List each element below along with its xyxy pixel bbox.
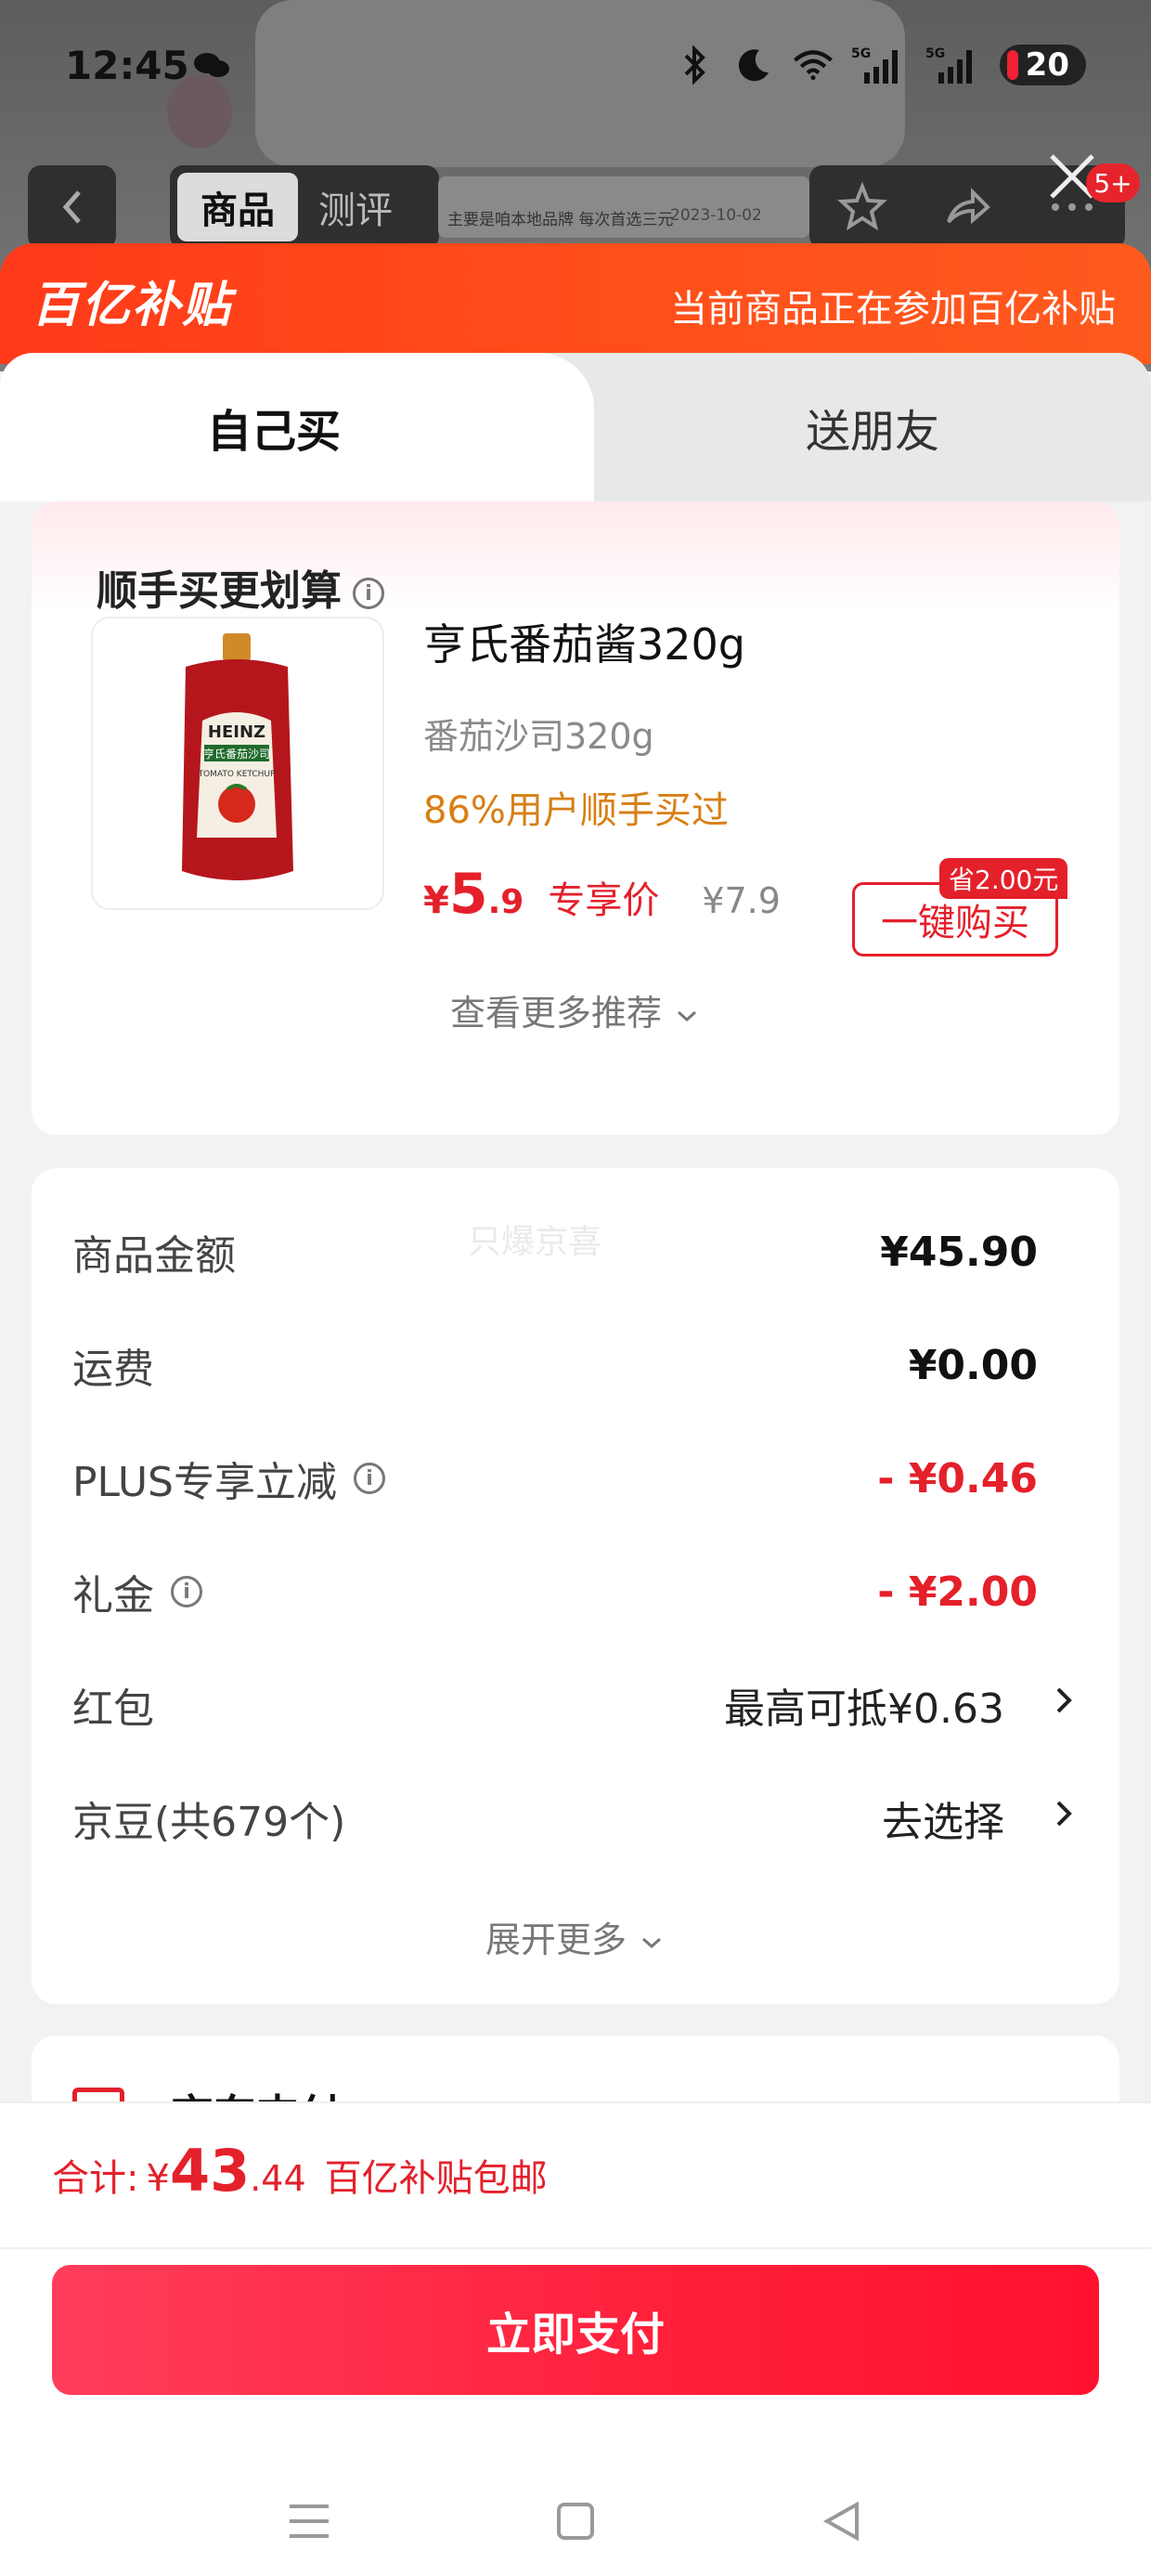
signal-5g-icon: 5G — [925, 44, 983, 86]
tab-product[interactable]: 商品 — [177, 173, 298, 241]
message-badge: 5+ — [1086, 163, 1140, 202]
review-date: 2023-10-02 — [670, 206, 762, 225]
recommend-card: 顺手买更划算 i HEINZ 亨氏番茄沙司 TOMATO KETCHUP 亨氏番茄… — [32, 501, 1119, 1135]
buy-mode-tabs: 自己买 送朋友 — [0, 353, 1151, 501]
chevron-right-icon — [1053, 1682, 1075, 1728]
share-icon[interactable] — [941, 181, 993, 233]
system-nav-bar — [0, 2470, 1151, 2572]
row-jingdou[interactable]: 京豆(共679个) 去选择 — [72, 1781, 1072, 1855]
ketchup-pouch-icon: HEINZ 亨氏番茄沙司 TOMATO KETCHUP — [182, 633, 293, 880]
order-summary-card: 只爆京喜 商品金额 ¥45.90 运费 ¥0.00 PLUS专享立减 i - ¥0… — [32, 1168, 1119, 2004]
row-shipping: 运费 ¥0.00 — [72, 1328, 1066, 1402]
pouch-brand: HEINZ — [208, 722, 265, 742]
battery-indicator: 20 — [999, 45, 1086, 85]
row-value: 去选择 — [882, 1799, 1004, 1846]
status-time: 12:45 — [65, 43, 189, 88]
tab-self-buy[interactable]: 自己买 — [0, 353, 548, 501]
row-red-packet[interactable]: 红包 最高可抵¥0.63 — [72, 1668, 1072, 1742]
status-bar: 12:45 5G 5G 20 — [0, 0, 1151, 139]
price-symbol: ¥ — [423, 879, 449, 922]
checkout-footer: 合计: ¥ 43 .44 百亿补贴包邮 立即支付 — [0, 2101, 1151, 2576]
total-note: 百亿补贴包邮 — [324, 2157, 548, 2200]
chevron-right-icon — [1053, 1795, 1075, 1841]
row-label: 商品金额 — [72, 1232, 236, 1280]
status-icons: 5G 5G 20 — [673, 37, 1086, 93]
battery-percent: 20 — [1025, 46, 1069, 84]
total-amount: 合计: ¥ 43 .44 百亿补贴包邮 — [52, 2137, 548, 2205]
product-name[interactable]: 亨氏番茄酱320g — [423, 611, 745, 672]
row-value: 最高可抵¥0.63 — [724, 1685, 1004, 1733]
total-label: 合计: — [52, 2157, 139, 2200]
background-tabs: 商品 测评 — [170, 165, 439, 249]
total-symbol: ¥ — [146, 2157, 170, 2200]
expand-more-text: 展开更多 — [485, 1919, 627, 1960]
price-row: ¥ 5 .9 专享价 ¥7.9 — [423, 862, 781, 936]
row-label: 礼金 i — [72, 1562, 202, 1621]
bluetooth-icon — [673, 44, 716, 86]
price-integer: 5 — [448, 862, 488, 927]
chevron-left-icon — [62, 190, 81, 224]
signal-5g-icon: 5G — [851, 44, 909, 86]
row-label-text: 礼金 — [72, 1572, 154, 1620]
row-plus-discount: PLUS专享立减 i - ¥0.46 — [72, 1441, 1066, 1516]
wechat-icon — [193, 51, 230, 79]
original-price: ¥7.9 — [702, 880, 781, 921]
row-gift-money: 礼金 i - ¥2.00 — [72, 1555, 1066, 1629]
product-spec: 番茄沙司320g — [423, 716, 654, 757]
more-recommend-text: 查看更多推荐 — [449, 993, 662, 1034]
info-icon[interactable]: i — [354, 1463, 385, 1494]
product-stat: 86%用户顺手买过 — [423, 789, 729, 832]
row-label: 运费 — [72, 1346, 154, 1393]
total-decimal: .44 — [250, 2158, 306, 2199]
svg-text:5G: 5G — [925, 46, 945, 61]
svg-text:5G: 5G — [851, 46, 871, 61]
checkout-content: 顺手买更划算 i HEINZ 亨氏番茄沙司 TOMATO KETCHUP 亨氏番茄… — [0, 501, 1151, 2147]
subsidy-note: 当前商品正在参加百亿补贴 — [670, 288, 1116, 331]
subsidy-banner: 百亿补贴 当前商品正在参加百亿补贴 — [0, 243, 1151, 364]
expand-more-link[interactable]: 展开更多 — [32, 1911, 1119, 1962]
tab-gift-friend[interactable]: 送朋友 — [594, 353, 1151, 501]
product-image[interactable]: HEINZ 亨氏番茄沙司 TOMATO KETCHUP — [91, 617, 384, 910]
review-text: 主要是咱本地品牌 每次首选三元 — [447, 211, 674, 229]
pay-now-button[interactable]: 立即支付 — [52, 2265, 1099, 2395]
save-tag: 省2.00元 — [939, 858, 1068, 899]
row-label: 京豆(共679个) — [72, 1799, 346, 1846]
row-label: PLUS专享立减 i — [72, 1449, 385, 1508]
menu-icon[interactable] — [281, 2493, 337, 2549]
pouch-cn-label: 亨氏番茄沙司 — [203, 747, 270, 761]
total-integer: 43 — [169, 2137, 251, 2205]
back-button[interactable] — [28, 165, 116, 249]
star-icon[interactable] — [836, 181, 888, 233]
background-nav: 商品 测评 主要是咱本地品牌 每次首选三元 2023-10-02 — [0, 165, 1151, 249]
row-value: - ¥0.46 — [877, 1454, 1038, 1503]
moon-icon — [732, 44, 775, 86]
info-icon[interactable]: i — [353, 578, 384, 609]
back-triangle-icon[interactable] — [814, 2493, 870, 2549]
chevron-down-icon — [678, 1010, 697, 1022]
info-icon[interactable]: i — [171, 1576, 202, 1607]
tab-review[interactable]: 测评 — [318, 173, 393, 241]
row-value: - ¥2.00 — [877, 1568, 1038, 1616]
row-value: ¥0.00 — [908, 1341, 1038, 1389]
price-tag: 专享价 — [548, 879, 660, 922]
row-goods-amount: 商品金额 ¥45.90 — [72, 1215, 1066, 1289]
home-icon[interactable] — [548, 2493, 603, 2549]
more-recommend-link[interactable]: 查看更多推荐 — [32, 984, 1119, 1035]
wifi-icon — [792, 44, 834, 86]
review-snippet: 主要是咱本地品牌 每次首选三元 2023-10-02 — [438, 176, 809, 238]
recommend-title-text: 顺手买更划算 — [97, 567, 342, 615]
price-decimal: .9 — [487, 883, 524, 921]
recommend-title: 顺手买更划算 i — [97, 557, 384, 617]
row-label: 红包 — [72, 1685, 154, 1733]
chevron-down-icon — [642, 1937, 662, 1949]
row-label-text: PLUS专享立减 — [72, 1459, 337, 1506]
battery-level — [1006, 50, 1018, 80]
footer-divider — [0, 2247, 1151, 2249]
subsidy-logo: 百亿补贴 — [32, 278, 233, 333]
pouch-en-label: TOMATO KETCHUP — [198, 770, 276, 779]
row-value: ¥45.90 — [880, 1228, 1038, 1276]
